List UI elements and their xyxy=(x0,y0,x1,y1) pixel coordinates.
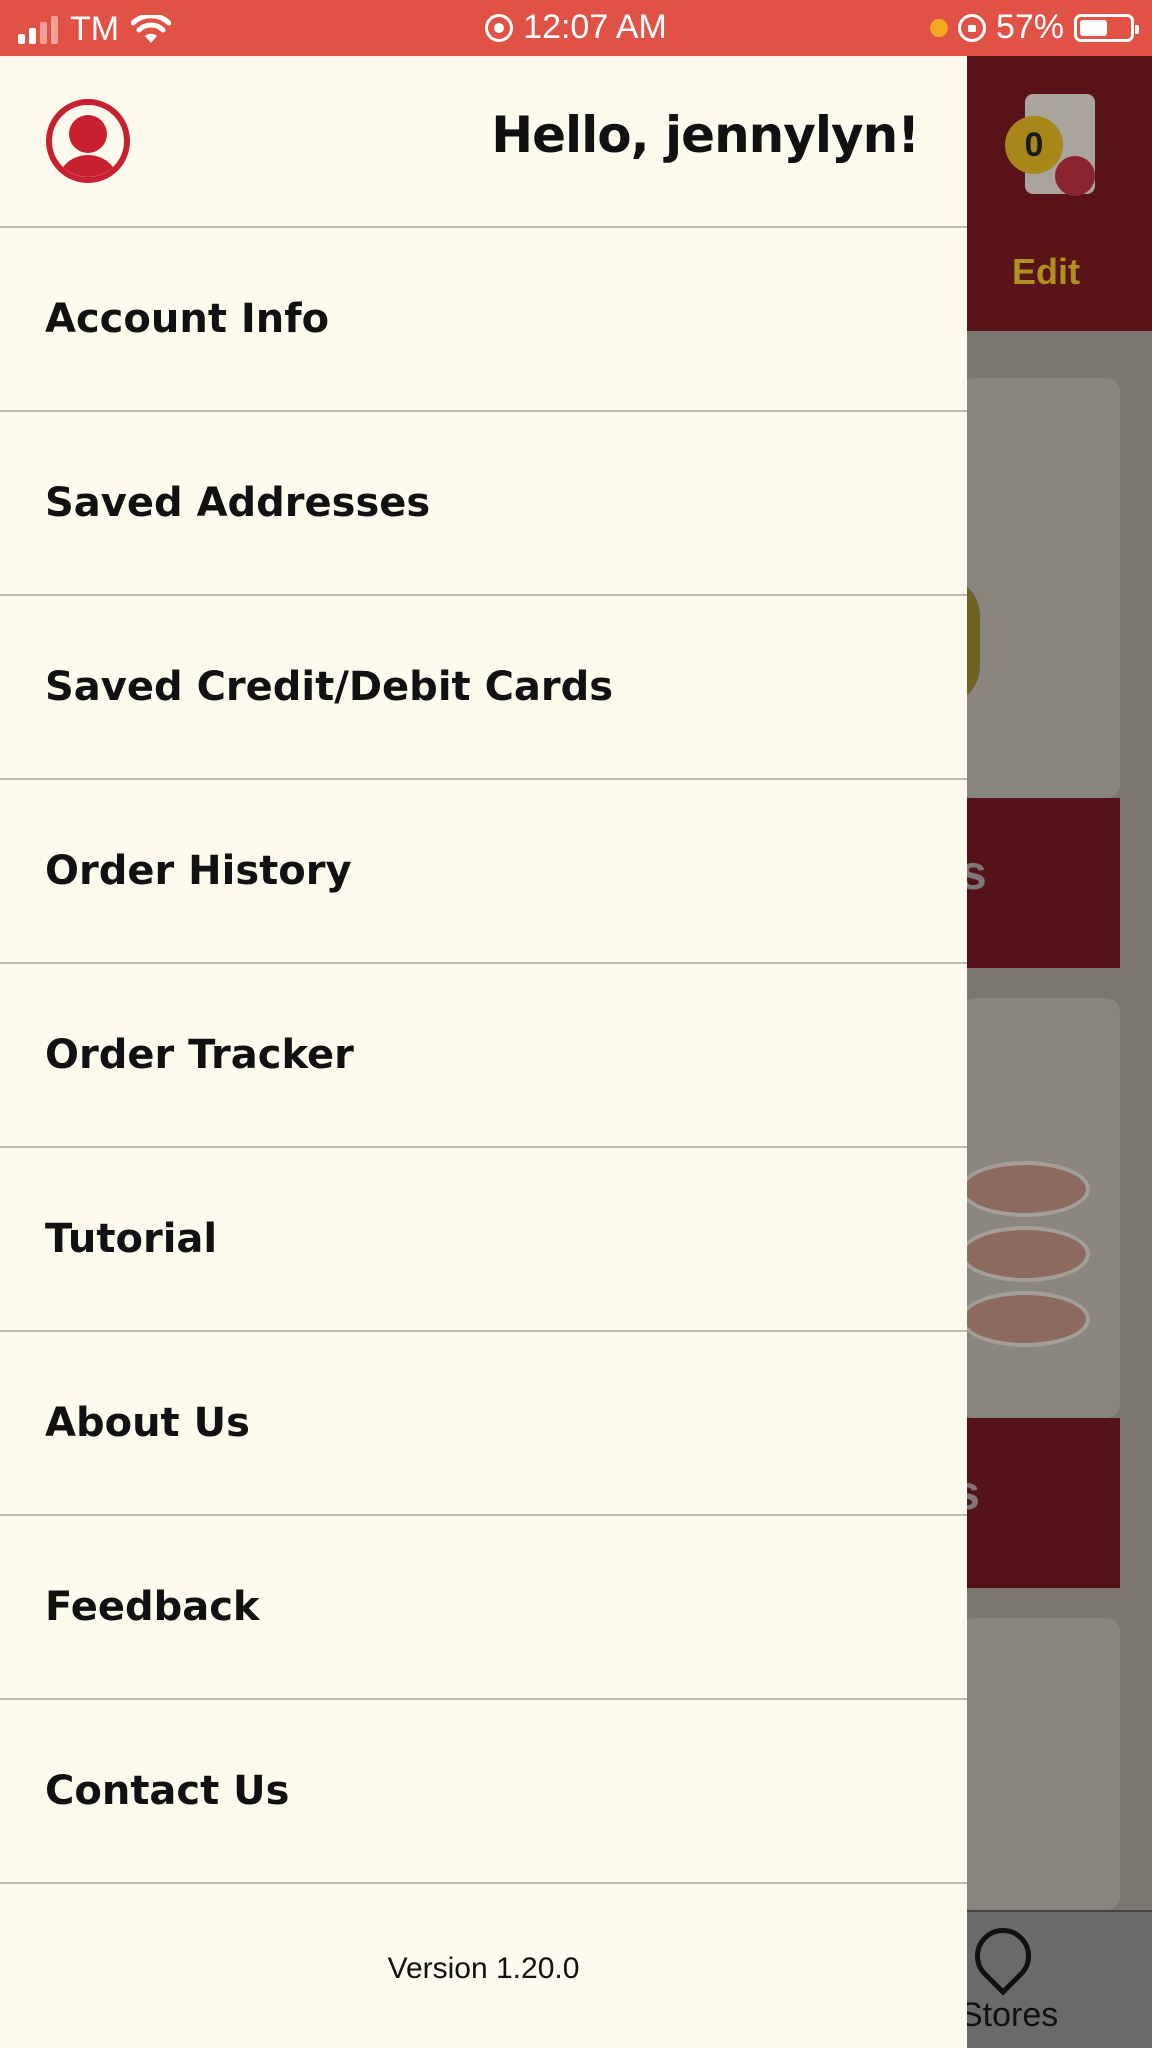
menu-item-account-info[interactable]: Account Info xyxy=(0,228,967,412)
menu-item-tutorial[interactable]: Tutorial xyxy=(0,1148,967,1332)
clock: 12:07 AM xyxy=(523,8,667,46)
drawer-header: Hello, jennylyn! xyxy=(0,56,967,228)
menu-item-about-us[interactable]: About Us xyxy=(0,1332,967,1516)
menu-item-saved-addresses[interactable]: Saved Addresses xyxy=(0,412,967,596)
menu-item-feedback[interactable]: Feedback xyxy=(0,1516,967,1700)
spaghetti-plate-image xyxy=(960,1291,1090,1347)
menu-item-order-history[interactable]: Order History xyxy=(0,780,967,964)
spaghetti-plate-image xyxy=(960,1161,1090,1217)
avatar-icon[interactable] xyxy=(46,99,130,183)
battery-fill xyxy=(1080,19,1108,36)
spaghetti-band[interactable] xyxy=(960,1418,1120,1588)
status-bar: TM 12:07 AM 57% xyxy=(0,0,1152,56)
side-drawer: Hello, jennylyn! Account Info Saved Addr… xyxy=(0,56,967,2048)
mascot-icon xyxy=(1055,156,1095,196)
screen-record-icon xyxy=(485,13,514,42)
spaghetti-plate-image xyxy=(960,1226,1090,1282)
drawer-footer: Version 1.20.0 xyxy=(0,1890,967,2048)
promo-card[interactable] xyxy=(960,378,1120,798)
orientation-lock-icon xyxy=(957,13,986,42)
greeting: Hello, jennylyn! xyxy=(491,106,920,164)
cart-count-badge: 0 xyxy=(1005,116,1063,174)
version-label: Version 1.20.0 xyxy=(387,1952,580,1985)
menu-item-saved-cards[interactable]: Saved Credit/Debit Cards xyxy=(0,596,967,780)
battery-icon xyxy=(1074,13,1139,42)
drawer-menu: Account Info Saved Addresses Saved Credi… xyxy=(0,228,967,1884)
menu-item-order-tracker[interactable]: Order Tracker xyxy=(0,964,967,1148)
privacy-indicator-icon xyxy=(929,18,948,37)
menu-item-contact-us[interactable]: Contact Us xyxy=(0,1700,967,1884)
status-right: 57% xyxy=(929,8,1139,47)
edit-button[interactable]: Edit xyxy=(1012,251,1080,293)
third-card[interactable] xyxy=(960,1618,1120,1910)
battery-percent: 57% xyxy=(995,8,1064,46)
nav-stores-label[interactable]: Stores xyxy=(960,1996,1058,2035)
